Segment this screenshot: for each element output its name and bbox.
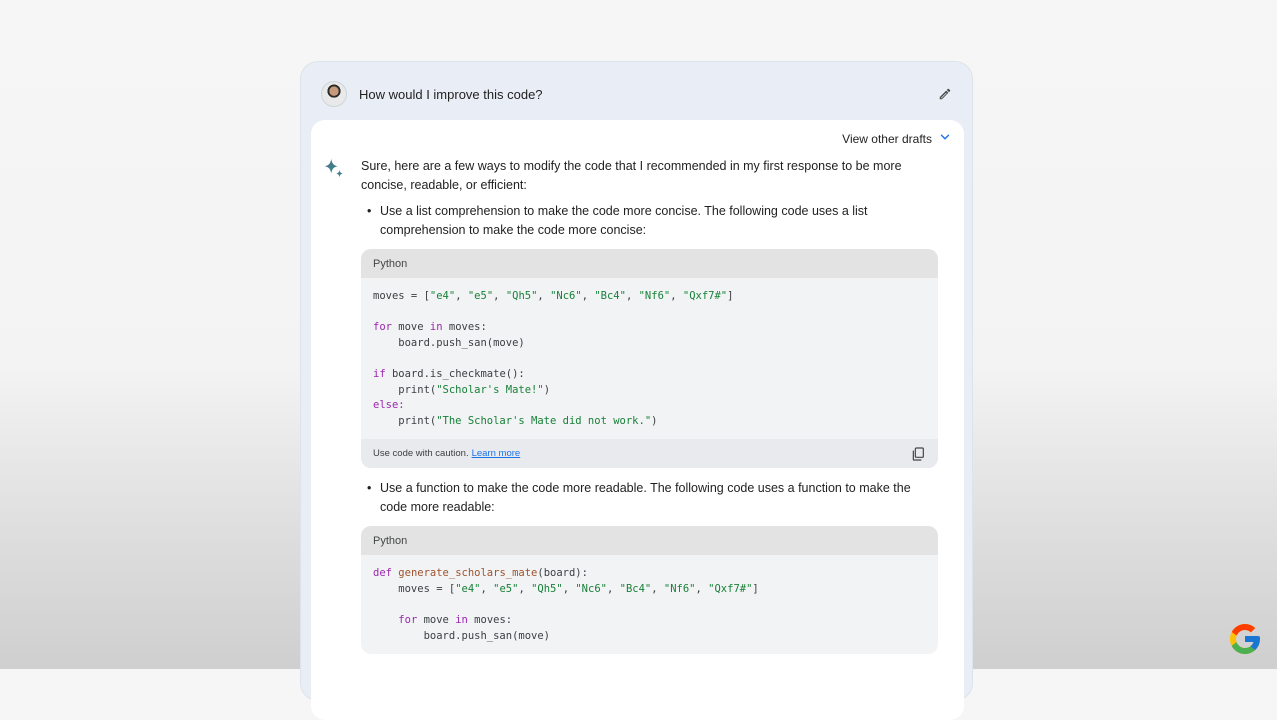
code-language-label: Python	[361, 249, 938, 278]
code-body-1[interactable]: moves = ["e4", "e5", "Qh5", "Nc6", "Bc4"…	[361, 278, 938, 439]
code-block-1: Python moves = ["e4", "e5", "Qh5", "Nc6"…	[361, 249, 938, 469]
code-line: moves = ["e4", "e5", "Qh5", "Nc6", "Bc4"…	[373, 582, 759, 595]
response-card: View other drafts Sure, here are a few w…	[311, 120, 964, 720]
code-line: moves = ["e4", "e5", "Qh5", "Nc6", "Bc4"…	[373, 290, 734, 302]
code-line: else:	[373, 399, 405, 412]
bullet-text-2: Use a function to make the code more rea…	[380, 481, 911, 514]
view-other-drafts-button[interactable]: View other drafts	[842, 130, 952, 147]
code-footer: Use code with caution. Learn more	[361, 439, 938, 469]
list-item: Use a list comprehension to make the cod…	[361, 202, 941, 239]
code-line: board.push_san(move)	[373, 336, 525, 349]
response-content: Sure, here are a few ways to modify the …	[361, 157, 941, 655]
sparkle-icon	[323, 158, 345, 180]
drafts-label: View other drafts	[842, 131, 932, 146]
learn-more-link[interactable]: Learn more	[472, 448, 521, 459]
code-line: for move in moves:	[373, 321, 487, 334]
pencil-icon[interactable]	[936, 85, 954, 103]
code-line: print("Scholar's Mate!")	[373, 383, 551, 396]
copy-icon[interactable]	[910, 446, 926, 462]
code-body-2[interactable]: def generate_scholars_mate(board): moves…	[361, 555, 938, 654]
prompt-text: How would I improve this code?	[359, 86, 543, 102]
user-prompt-row: How would I improve this code?	[321, 80, 954, 108]
code-line: for move in moves:	[398, 614, 513, 627]
bullet-text-1: Use a list comprehension to make the cod…	[380, 204, 868, 237]
google-g-logo-icon	[1227, 621, 1263, 657]
caution-text: Use code with caution.	[373, 448, 469, 460]
code-line: if board.is_checkmate():	[373, 367, 525, 380]
code-line: board.push_san(move)	[373, 629, 551, 642]
chevron-down-icon	[938, 130, 952, 147]
list-item: Use a function to make the code more rea…	[361, 479, 941, 516]
avatar	[321, 81, 347, 107]
code-line: def generate_scholars_mate(board):	[373, 567, 588, 580]
code-line: print("The Scholar's Mate did not work."…	[373, 414, 658, 427]
response-intro: Sure, here are a few ways to modify the …	[361, 159, 902, 192]
code-block-2: Python def generate_scholars_mate(board)…	[361, 526, 938, 655]
code-language-label: Python	[361, 526, 938, 556]
chat-window: How would I improve this code? View othe…	[300, 61, 973, 720]
